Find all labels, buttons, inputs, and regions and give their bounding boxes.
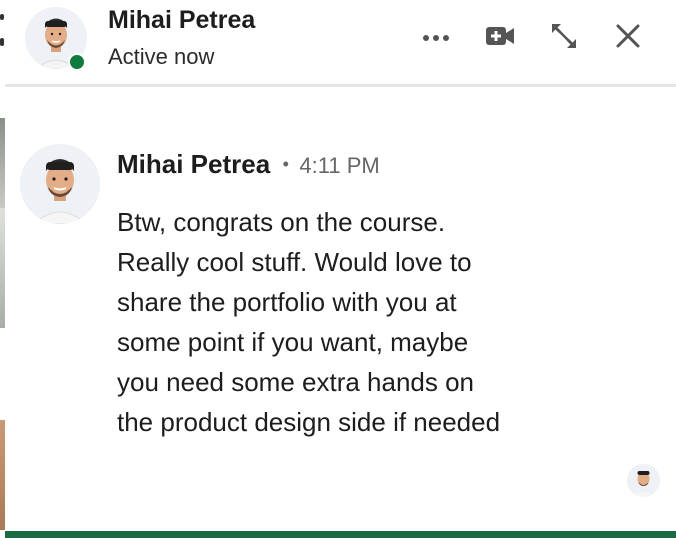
- presence-indicator: [68, 53, 86, 71]
- status-text: Active now: [108, 44, 215, 69]
- message-line: share the portfolio with you at: [117, 287, 457, 317]
- read-receipt-avatar: [627, 464, 660, 497]
- close-button[interactable]: [608, 18, 648, 58]
- expand-icon: [549, 21, 579, 56]
- conversation-header[interactable]: Mihai Petrea Active now: [5, 0, 676, 87]
- message-line: some point if you want, maybe: [117, 327, 469, 357]
- message-line: the product design side if needed: [117, 407, 501, 437]
- message-line: you need some extra hands on: [117, 367, 475, 397]
- video-call-button[interactable]: [480, 18, 520, 58]
- expand-button[interactable]: [544, 18, 584, 58]
- composer-focus-bar: [5, 531, 676, 538]
- message-line: Really cool stuff. Would love to: [117, 247, 472, 277]
- message-timestamp: 4:11 PM: [299, 153, 380, 178]
- sender-avatar[interactable]: [20, 144, 100, 224]
- video-call-icon: [485, 25, 515, 52]
- more-horizontal-icon: [422, 29, 450, 47]
- more-options-button[interactable]: [416, 18, 456, 58]
- message-body: Btw, congrats on the course. Really cool…: [117, 202, 587, 442]
- close-icon: [615, 23, 641, 54]
- separator-dot: •: [282, 154, 289, 174]
- message-meta: Mihai Petrea • 4:11 PM: [117, 149, 380, 180]
- message-line: Btw, congrats on the course.: [117, 207, 446, 237]
- sender-name[interactable]: Mihai Petrea: [117, 149, 270, 179]
- contact-name[interactable]: Mihai Petrea: [108, 6, 255, 35]
- messaging-window: Mihai Petrea Active now Mihai Petrea • 4…: [0, 0, 676, 538]
